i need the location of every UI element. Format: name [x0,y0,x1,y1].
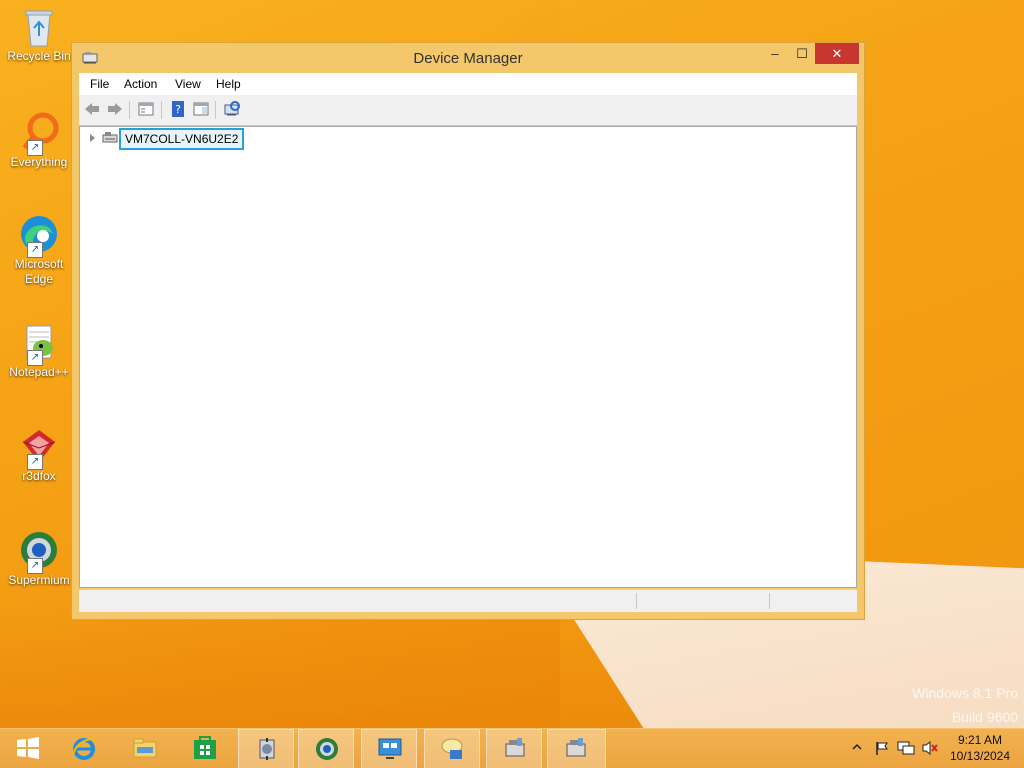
store-icon [192,735,218,761]
watermark-edition: Windows 8.1 Pro [912,685,1018,701]
notepad-plus-plus-icon: ↗ [19,322,59,366]
supermium-icon: ↗ [19,530,59,574]
desktop-icon-notepad-plus-plus[interactable]: ↗ Notepad++ [4,322,74,380]
shortcut-arrow-icon: ↗ [27,350,43,366]
desktop-icon-everything[interactable]: ↗ Everything [4,112,74,170]
taskbar-remote-desktop[interactable] [361,729,417,768]
desktop-icon-label: Supermium [8,573,70,587]
status-divider [769,593,770,609]
menu-view[interactable]: View [175,77,201,91]
shortcut-arrow-icon: ↗ [27,454,43,470]
status-divider [636,593,637,609]
device-tree[interactable]: VM7COLL-VN6U2E2 [79,126,857,588]
desktop-icon-label: Microsoft Edge [14,257,64,286]
watermark-build: Build 9600 [951,709,1018,725]
desktop-icon-label: r3dfox [22,469,56,483]
taskbar-file-explorer[interactable] [117,729,173,768]
toolbar: ? [79,95,857,126]
desktop-icon-microsoft-edge[interactable]: ↗ Microsoft Edge [4,214,74,287]
shortcut-arrow-icon: ↗ [27,242,43,258]
taskbar-device-manager-1[interactable] [486,729,542,768]
menu-help[interactable]: Help [216,77,241,91]
clock-time: 9:21 AM [957,733,1003,747]
windows-logo-icon [15,735,41,761]
menu-action[interactable]: Action [124,77,157,91]
everything-icon: ↗ [19,112,59,156]
desktop-icon-supermium[interactable]: ↗ Supermium [4,530,74,588]
folder-icon [132,735,158,761]
help-icon[interactable]: ? [169,100,187,118]
action-pane-icon[interactable] [192,100,210,118]
toolbar-separator [161,101,162,119]
taskbar: 9:21 AM 10/13/2024 [0,728,1024,768]
desktop-icon-label: Everything [10,155,68,169]
taskbar-internet-explorer[interactable] [56,729,112,768]
taskbar-supermium[interactable] [298,729,354,768]
desktop-icon-label: Recycle Bin [7,49,71,63]
volume-muted-icon[interactable] [921,740,939,768]
computer-icon [102,131,118,145]
taskbar-clock[interactable]: 9:21 AM 10/13/2024 [940,732,1020,764]
desktop-icon-label: Notepad++ [9,365,69,379]
title-bar[interactable]: Device Manager – ☐ ✕ [72,43,864,73]
properties-pane-icon[interactable] [137,100,155,118]
network-icon[interactable] [897,740,915,768]
shortcut-arrow-icon: ↗ [27,140,43,156]
edge-icon: ↗ [19,214,59,258]
recycle-bin-icon [19,6,59,47]
messaging-icon [440,736,466,762]
taskbar-settings-tool[interactable] [238,729,294,768]
show-hidden-icons[interactable] [852,741,862,768]
device-manager-icon [502,736,528,762]
menu-bar: File Action View Help [79,73,857,95]
minimize-button[interactable]: – [764,43,786,64]
desktop-icon-r3dfox[interactable]: ↗ r3dfox [4,426,74,484]
scan-hardware-icon[interactable] [223,100,241,118]
back-arrow-icon[interactable] [83,100,101,118]
taskbar-messaging[interactable] [424,729,480,768]
toolbar-separator [215,101,216,119]
toolbar-separator [129,101,130,119]
desktop-icon-recycle-bin[interactable]: Recycle Bin [4,6,74,64]
window-title: Device Manager [413,50,523,67]
internet-explorer-icon [71,735,97,761]
remote-desktop-icon [377,736,403,762]
svg-text:?: ? [175,103,181,116]
device-manager-window: Device Manager – ☐ ✕ File Action View He… [71,42,865,620]
expand-arrow-icon[interactable] [90,134,95,142]
status-bar [79,589,857,612]
supermium-icon [314,736,340,762]
taskbar-device-manager-2[interactable] [547,729,606,768]
clock-date: 10/13/2024 [949,749,1011,763]
taskbar-store[interactable] [177,729,233,768]
maximize-button[interactable]: ☐ [791,43,813,64]
shortcut-arrow-icon: ↗ [27,558,43,574]
menu-file[interactable]: File [90,77,109,91]
r3dfox-icon: ↗ [19,426,59,470]
tree-root-computer[interactable]: VM7COLL-VN6U2E2 [119,128,245,150]
forward-arrow-icon[interactable] [106,100,124,118]
start-button[interactable] [0,729,56,768]
action-center-flag-icon[interactable] [874,740,890,768]
settings-tool-icon [254,736,280,762]
close-button[interactable]: ✕ [815,43,859,64]
device-manager-icon [563,736,589,762]
